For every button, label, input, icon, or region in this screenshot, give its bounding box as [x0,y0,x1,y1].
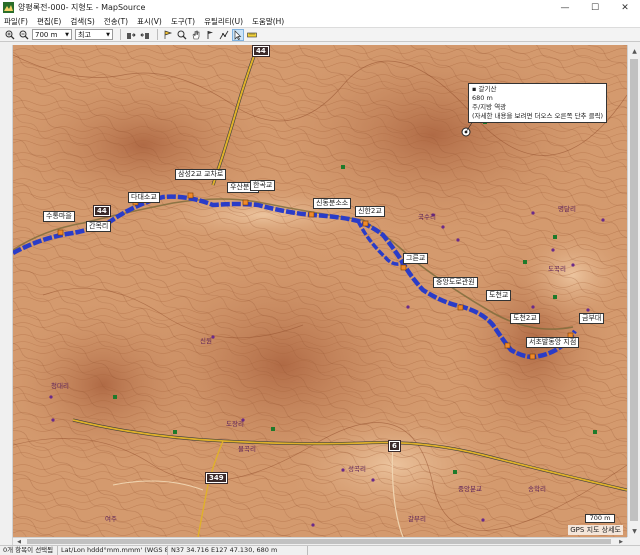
place-label: 명달리 [558,205,576,213]
mapsource-app-icon [3,2,14,13]
road-number-shield: 44 [93,205,111,217]
menu-file[interactable]: 파일(F) [4,16,28,27]
route-label[interactable]: 한곡교 [250,180,276,191]
route-label[interactable]: 서초발동앙 지점 [526,337,580,348]
zoom-scale-value: 700 m [35,30,58,39]
route-label[interactable]: 금부대 [579,313,605,324]
horizontal-scroll-thumb[interactable] [27,539,611,544]
place-label: 여주 [105,515,117,523]
map-view[interactable]: ▪ 갈기산 680 m 주/지방 역광 (자세한 내용을 보려면 더오스 오른쪽… [13,45,627,537]
route-label[interactable]: 간목리 [86,221,112,232]
route-label[interactable]: 신동분소소 [313,198,352,209]
status-cursor-coordinates: N37 34.716 E127 47.130, 680 m [168,546,308,555]
zoom-scale-select[interactable]: 700 m ▼ [32,29,72,40]
place-label: 도장리 [226,420,244,428]
place-label: 국수리 [418,213,436,221]
title-bar: 양평록전-000- 지형도 - MapSource — ☐ ✕ [0,0,640,15]
vertical-scrollbar[interactable]: ▲ ▼ [627,45,640,537]
route-label[interactable]: 신한2교 [355,206,385,217]
waypoint-info-popup[interactable]: ▪ 갈기산 680 m 주/지방 역광 (자세한 내용을 보려면 더오스 오른쪽… [468,83,608,123]
menu-help[interactable]: 도움말(H) [252,16,284,27]
toolbar: 700 m ▼ 최고 ▼ [0,27,640,42]
close-button[interactable]: ✕ [610,0,640,15]
chevron-down-icon: ▼ [106,31,110,38]
zoom-in-icon[interactable] [4,29,16,41]
vertical-scroll-thumb[interactable] [630,59,638,521]
chevron-down-icon: ▼ [65,31,69,38]
receive-from-device-icon[interactable] [139,29,151,41]
gps-map-detail-label: GPS 지도 상세도 [568,525,623,535]
waypoint-name: 갈기산 [478,85,497,93]
status-selection: 0개 항목이 선택됨 [0,546,58,555]
road-number-shield: 44 [252,45,270,57]
waypoint-marker-icon: ▪ [472,85,477,93]
select-tool-icon[interactable] [232,28,244,41]
status-bar: 0개 항목이 선택됨 Lat/Lon hddd°mm.mmm' (WGS 84)… [0,545,640,555]
place-label: 신원 [200,337,212,345]
waypoint-elevation: 680 m [472,94,493,102]
place-label: 물곡리 [238,445,256,453]
road-number-shield: 349 [205,472,228,484]
menu-transfer[interactable]: 전송(T) [104,16,128,27]
place-label: 성곡리 [348,465,366,473]
toolbar-divider [157,29,158,40]
hand-tool-icon[interactable] [190,29,202,41]
map-scale-bar: 700 m [585,514,615,523]
route-label[interactable]: 중앙도로관원 [433,277,478,288]
place-label: 갈부리 [408,515,426,523]
waypoint-hint: (자세한 내용을 보려면 더오스 오른쪽 단추 클릭) [472,112,604,120]
road-number-shield: 6 [388,440,401,452]
horizontal-scrollbar[interactable]: ◀ ▶ [13,537,627,545]
measure-tool-icon[interactable] [246,29,258,41]
route-label[interactable]: 다대소교 [128,192,160,203]
left-pane-collapsed [0,45,13,545]
window-title: 양평록전-000- 지형도 - MapSource [18,3,146,12]
detail-level-select[interactable]: 최고 ▼ [75,29,113,40]
route-label[interactable]: 그른교 [403,253,429,264]
minimize-button[interactable]: — [550,0,580,15]
menu-view[interactable]: 표시(V) [137,16,162,27]
place-label: 송학리 [528,485,546,493]
send-to-device-icon[interactable] [125,29,137,41]
status-coordinate-format: Lat/Lon hddd°mm.mmm' (WGS 84) [58,546,168,555]
waypoint-tool-icon[interactable] [204,29,216,41]
route-label[interactable]: 도천2교 [510,313,540,324]
menu-bar: 파일(F) 편집(E) 검색(S) 전송(T) 표시(V) 도구(T) 유틸리티… [0,15,640,27]
toolbar-divider [120,29,121,40]
menu-search[interactable]: 검색(S) [70,16,94,27]
zoom-tool-icon[interactable] [176,29,188,41]
map-tool-icon[interactable] [162,29,174,41]
scroll-up-icon[interactable]: ▲ [628,45,640,57]
waypoint-type: 주/지방 역광 [472,103,507,111]
route-label[interactable]: 삼성2교 교차로 [175,169,227,180]
maximize-button[interactable]: ☐ [580,0,610,15]
detail-level-value: 최고 [78,30,91,39]
route-label[interactable]: 도천교 [486,290,512,301]
zoom-out-icon[interactable] [18,29,30,41]
menu-utilities[interactable]: 유틸리티(U) [204,16,243,27]
place-label: 도곡리 [548,265,566,273]
place-label: 청대리 [51,382,69,390]
menu-edit[interactable]: 편집(E) [37,16,61,27]
route-tool-icon[interactable] [218,29,230,41]
place-label: 중앙분교 [458,485,482,493]
route-label[interactable]: 수통마을 [43,211,75,222]
scroll-down-icon[interactable]: ▼ [628,525,640,537]
menu-tools[interactable]: 도구(T) [171,16,195,27]
